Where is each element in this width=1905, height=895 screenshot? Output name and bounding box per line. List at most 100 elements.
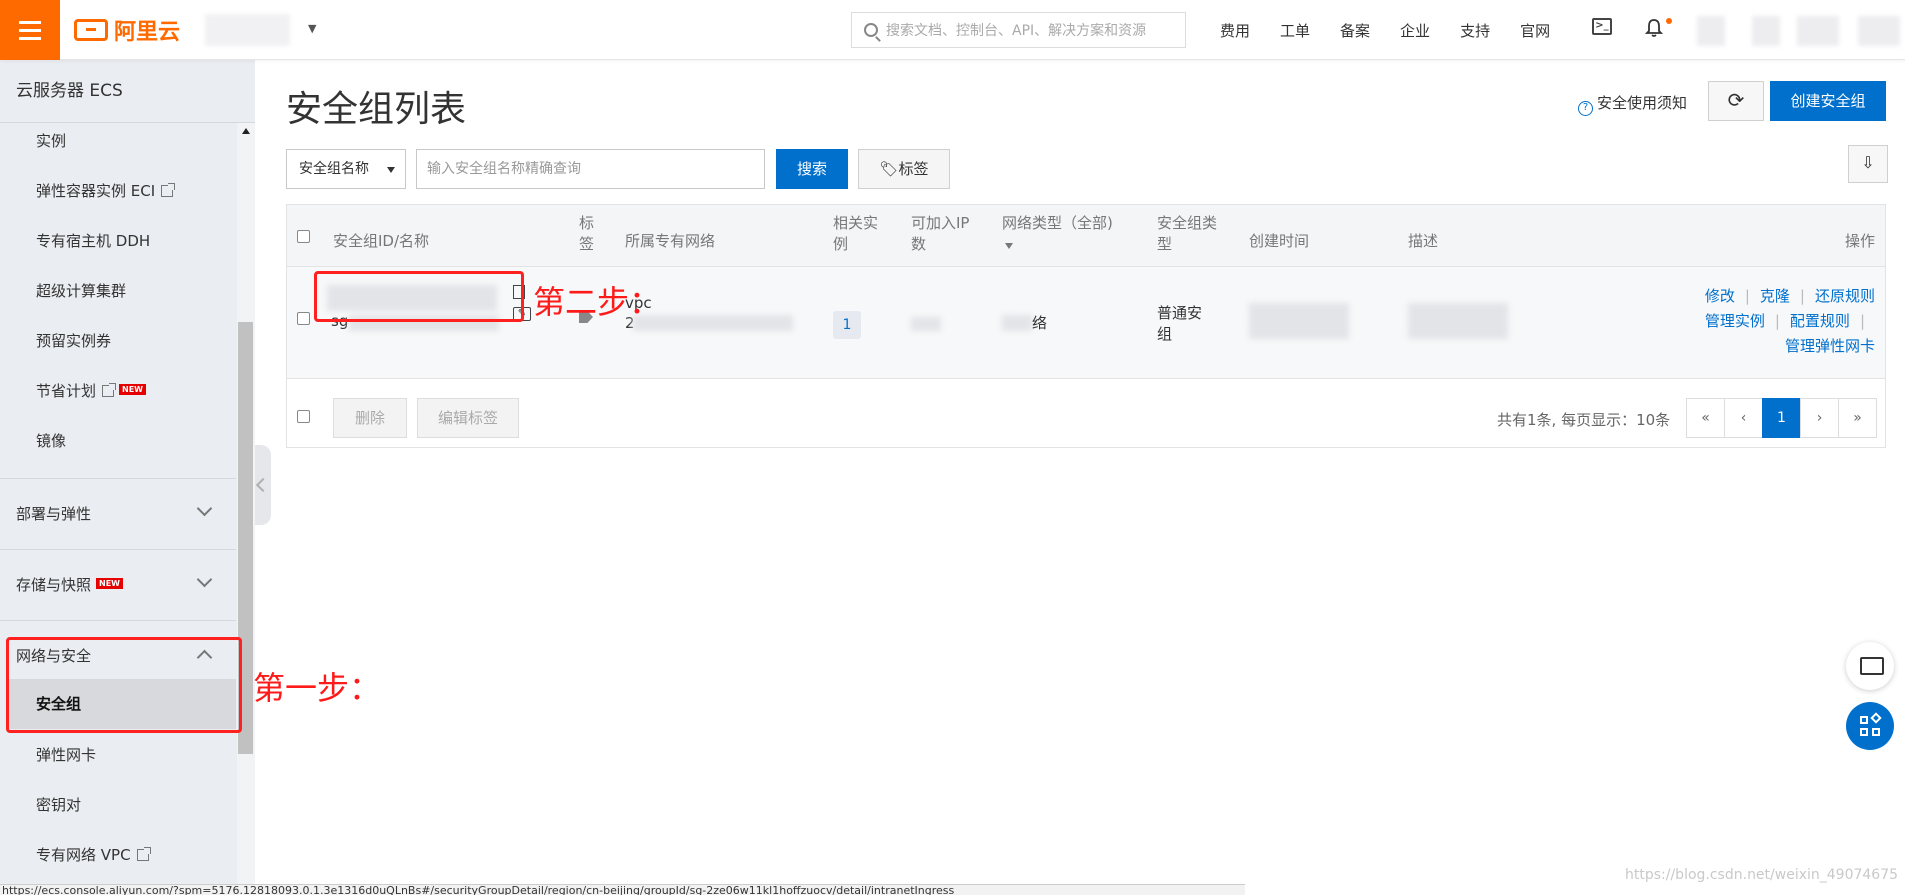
global-search-input[interactable]: 搜索文档、控制台、API、解决方案和资源	[851, 12, 1186, 48]
brand-name: 阿里云	[114, 20, 181, 45]
step2-highlight-box	[314, 271, 524, 322]
table-row: sg ✎ vpc 2 1 络 普通安 组 修改 | 克隆 | 还原规则 管理实例 | 配置规…	[287, 267, 1885, 379]
nav-icp[interactable]: 备案	[1325, 20, 1385, 41]
clone-link[interactable]: 克隆	[1760, 287, 1790, 305]
modify-link[interactable]: 修改	[1705, 287, 1735, 305]
prev-page-button[interactable]: ‹	[1724, 398, 1763, 438]
sidebar-group-label: 存储与快照	[16, 576, 92, 594]
hamburger-menu-icon[interactable]	[0, 0, 60, 60]
nav-tickets[interactable]: 工单	[1265, 20, 1325, 41]
external-link-icon	[136, 847, 151, 861]
col-network-type[interactable]: 网络类型（全部)	[1002, 213, 1113, 234]
sidebar: 云服务器 ECS 实例 弹性容器实例 ECI 专有宿主机 DDH 超级计算集群 …	[0, 60, 255, 895]
security-group-table: 安全组ID/名称 标 签 所属专有网络 相关实 例 可加入IP 数 网络类型（全…	[286, 204, 1886, 448]
sidebar-item-savings-plan[interactable]: 节省计划 NEW	[0, 366, 236, 416]
sidebar-item-eni[interactable]: 弹性网卡	[0, 730, 236, 780]
configure-rules-link[interactable]: 配置规则	[1790, 312, 1850, 330]
blurred-user-icon[interactable]	[1697, 16, 1725, 46]
sidebar-item-images[interactable]: 镜像	[0, 416, 236, 466]
nav-enterprise[interactable]: 企业	[1385, 20, 1445, 41]
watermark: https://blog.csdn.net/weixin_49074675	[1625, 867, 1899, 883]
edit-tags-button[interactable]: 编辑标签	[417, 398, 519, 438]
sg-type-line2: 组	[1157, 325, 1173, 343]
manage-instances-link[interactable]: 管理实例	[1705, 312, 1765, 330]
sidebar-item-key-pairs[interactable]: 密钥对	[0, 780, 236, 830]
network-type-suffix: 络	[1032, 314, 1048, 332]
sidebar-item-vpc[interactable]: 专有网络 VPC	[0, 830, 236, 880]
create-security-group-button[interactable]: 创建安全组	[1770, 81, 1886, 121]
footer-select-all-checkbox[interactable]	[297, 410, 310, 423]
nav-fees[interactable]: 费用	[1205, 20, 1265, 41]
nav-support[interactable]: 支持	[1445, 20, 1505, 41]
sidebar-item-label: 节省计划	[36, 382, 97, 400]
search-button[interactable]: 搜索	[776, 149, 848, 189]
refresh-button[interactable]: ⟳	[1708, 81, 1764, 121]
chevron-down-icon	[196, 500, 213, 517]
restore-rules-link[interactable]: 还原规则	[1815, 287, 1875, 305]
chevron-down-icon	[196, 571, 213, 588]
account-selector-blurred[interactable]	[205, 14, 290, 46]
sidebar-group-deployment[interactable]: 部署与弹性	[0, 478, 236, 548]
delete-button[interactable]: 删除	[333, 398, 407, 438]
new-badge: NEW	[119, 384, 146, 395]
bell-icon[interactable]	[1645, 18, 1663, 38]
last-page-button[interactable]: »	[1838, 398, 1877, 438]
manage-eni-link[interactable]: 管理弹性网卡	[1785, 337, 1875, 355]
apps-icon[interactable]	[1846, 702, 1894, 750]
scroll-up-arrow-icon[interactable]	[242, 128, 250, 134]
step1-annotation: 第一步：	[253, 669, 382, 707]
filter-caret-icon[interactable]	[1005, 243, 1013, 249]
sidebar-title[interactable]: 云服务器 ECS	[0, 60, 255, 123]
sidebar-item-label: 实例	[36, 132, 67, 150]
row-actions-line2: 管理实例 | 配置规则 |	[1704, 312, 1865, 330]
blurred-avatar[interactable]	[1858, 16, 1900, 46]
col-created: 创建时间	[1249, 232, 1310, 250]
security-notice-link[interactable]: ? 安全使用须知	[1578, 92, 1687, 116]
aliyun-logo[interactable]: 阿里云	[74, 14, 180, 46]
first-page-button[interactable]: «	[1686, 398, 1725, 438]
sidebar-item-ddh[interactable]: 专有宿主机 DDH	[0, 216, 236, 266]
sidebar-item-instances[interactable]: 实例	[0, 116, 236, 166]
blurred-net-type	[1002, 315, 1032, 331]
status-bar-url: https://ecs.console.aliyun.com/?spm=5176…	[0, 884, 1245, 895]
top-nav: 费用 工单 备案 企业 支持 官网	[1205, 0, 1565, 60]
page-1-button[interactable]: 1	[1762, 398, 1801, 438]
pagination: « ‹ 1 › »	[1686, 398, 1877, 438]
tag-filter-button[interactable]: 🏷标签	[858, 149, 950, 189]
export-icon[interactable]: ⇩	[1848, 145, 1888, 183]
sidebar-item-label: 专有网络 VPC	[36, 846, 131, 864]
col-id-name: 安全组ID/名称	[333, 232, 430, 250]
col-tag-line1: 标	[579, 214, 595, 232]
blurred-user-icon[interactable]	[1752, 16, 1780, 46]
row-checkbox[interactable]	[297, 312, 310, 325]
terminal-icon[interactable]: >_	[1592, 18, 1612, 35]
sidebar-item-eci[interactable]: 弹性容器实例 ECI	[0, 166, 236, 216]
caret-down-icon[interactable]: ▼	[308, 22, 316, 35]
chat-icon[interactable]	[1846, 642, 1894, 690]
new-badge: NEW	[96, 578, 123, 589]
sidebar-item-scc[interactable]: 超级计算集群	[0, 266, 236, 316]
security-notice-label: 安全使用须知	[1597, 94, 1688, 112]
tag-icon: 🏷	[879, 160, 899, 178]
sidebar-item-reserved-instances[interactable]: 预留实例券	[0, 316, 236, 366]
filter-field-select[interactable]: 安全组名称	[286, 149, 406, 189]
notification-dot	[1666, 18, 1672, 24]
next-page-button[interactable]: ›	[1800, 398, 1839, 438]
step2-annotation: 第二步：	[533, 283, 662, 321]
row-actions-line3: 管理弹性网卡	[1785, 335, 1875, 356]
search-icon	[864, 23, 878, 37]
blurred-user-icon[interactable]	[1797, 16, 1839, 46]
select-all-checkbox[interactable]	[297, 230, 310, 243]
sidebar-item-label: 专有宿主机 DDH	[36, 232, 151, 250]
col-vpc: 所属专有网络	[625, 232, 716, 250]
col-actions: 操作	[1844, 232, 1875, 250]
related-instances-count[interactable]: 1	[833, 311, 861, 339]
col-instances-line2: 例	[833, 235, 849, 253]
nav-official-site[interactable]: 官网	[1505, 20, 1565, 41]
table-footer: 删除 编辑标签 共有1条, 每页显示：10条 « ‹ 1 › »	[287, 380, 1885, 448]
sidebar-group-storage[interactable]: 存储与快照 NEW	[0, 549, 236, 619]
security-group-name-input[interactable]: 输入安全组名称精确查询	[416, 149, 765, 189]
step1-highlight-box	[6, 637, 242, 733]
collapse-sidebar-handle[interactable]	[255, 445, 271, 525]
pagination-info: 共有1条, 每页显示：10条	[1497, 411, 1671, 429]
